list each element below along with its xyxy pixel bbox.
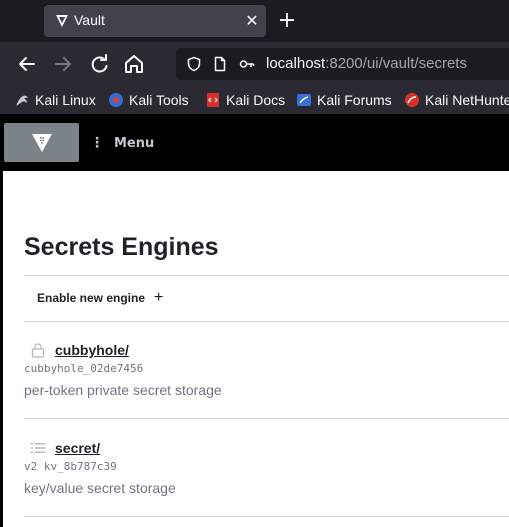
vault-favicon-icon [56,15,68,27]
secrets-engine-item[interactable]: cubbyhole/ cubbyhole_02de7456 per-token … [24,340,509,400]
engine-path-link[interactable]: cubbyhole/ [55,342,129,358]
engine-description: per-token private secret storage [24,382,222,398]
more-vertical-icon: ⋮ [90,135,104,151]
engine-path-link[interactable]: secret/ [55,440,100,456]
url-path: :8200/ui/vault/secrets [325,55,467,72]
engine-heading: cubbyhole/ [24,340,129,360]
vault-logo-icon [32,134,52,152]
bookmark-kali-linux[interactable]: Kali Linux [14,90,96,110]
reload-icon[interactable] [87,52,111,76]
engine-accessor: cubbyhole_02de7456 [24,362,144,375]
kali-nethunter-icon [405,93,419,107]
kali-tools-icon [109,93,123,107]
divider [24,516,509,517]
key-icon[interactable] [239,56,255,72]
window-edge [0,114,3,527]
page-toolbar: Enable new engine + [24,275,509,322]
divider [24,418,509,419]
engine-heading: secret/ [24,438,100,458]
home-icon[interactable] [122,52,146,76]
tab-title: Vault [74,12,105,28]
bookmarks-bar: Kali Linux Kali Tools Kali Docs Kali For… [0,86,509,114]
bookmark-kali-nethunter[interactable]: Kali NetHunter [404,90,509,110]
bookmark-label: Kali Linux [35,92,96,108]
engine-accessor: v2 kv_8b787c39 [24,460,117,473]
vault-home-button[interactable] [4,123,79,162]
new-tab-icon[interactable]: + [276,10,298,32]
url-text[interactable]: localhost:8200/ui/vault/secrets [266,55,467,72]
browser-tab-vault[interactable]: Vault ✕ [44,5,266,37]
engine-description: key/value secret storage [24,480,176,496]
vault-header: ⋮ Menu [0,114,509,171]
address-bar[interactable]: localhost:8200/ui/vault/secrets [176,48,509,80]
plus-icon: + [154,289,164,306]
bookmark-label: Kali Forums [317,92,392,108]
lock-icon [31,343,45,358]
kali-dragon-icon [16,95,28,106]
list-icon [31,443,45,453]
url-host: localhost [266,55,326,72]
bookmark-label: Kali NetHunter [425,92,509,108]
kali-docs-icon [207,93,219,107]
bookmark-label: Kali Tools [129,92,189,108]
bookmark-kali-tools[interactable]: Kali Tools [108,90,189,110]
menu-button[interactable]: ⋮ Menu [90,133,154,153]
shield-icon[interactable] [186,56,202,72]
enable-engine-label: Enable new engine [37,291,146,305]
bookmark-kali-docs[interactable]: Kali Docs [205,90,285,110]
bookmark-kali-forums[interactable]: Kali Forums [296,90,392,110]
forward-arrow-icon[interactable] [51,52,75,76]
page-icon[interactable] [212,56,228,72]
enable-new-engine-button[interactable]: Enable new engine + [37,290,163,306]
browser-tab-strip: Vault ✕ + [0,0,509,42]
back-arrow-icon[interactable] [15,52,39,76]
close-tab-icon[interactable]: ✕ [242,11,262,31]
secrets-engine-item[interactable]: secret/ v2 kv_8b787c39 key/value secret … [24,438,509,498]
page-title: Secrets Engines [24,233,219,261]
browser-nav-bar: localhost:8200/ui/vault/secrets [0,42,509,86]
kali-forums-icon [297,94,311,106]
bookmark-label: Kali Docs [226,92,286,108]
menu-label: Menu [114,135,155,151]
